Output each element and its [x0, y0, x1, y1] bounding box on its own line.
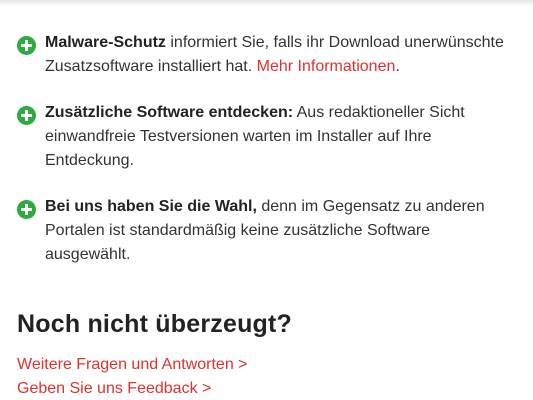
feedback-link[interactable]: Geben Sie uns Feedback >: [17, 377, 248, 400]
page-viewport: Malware-Schutz informiert Sie, falls ihr…: [0, 0, 533, 400]
feature-item-malware-protection: Malware-Schutz informiert Sie, falls ihr…: [17, 31, 517, 79]
plus-circle-icon: [17, 106, 36, 125]
feature-item-additional-software: Zusätzliche Software entdecken: Aus reda…: [17, 101, 517, 173]
faq-link[interactable]: Weitere Fragen und Antworten >: [17, 353, 248, 377]
more-links: Weitere Fragen und Antworten > Geben Sie…: [17, 353, 248, 400]
more-information-link[interactable]: Mehr Informationen: [257, 58, 396, 75]
header-shadow: [0, 0, 533, 6]
feature-title: Bei uns haben Sie die Wahl,: [45, 198, 257, 215]
feature-title: Zusätzliche Software entdecken:: [45, 104, 294, 121]
section-heading: Noch nicht überzeugt?: [17, 310, 293, 338]
feature-item-your-choice: Bei uns haben Sie die Wahl, denn im Gege…: [17, 195, 517, 267]
feature-title: Malware-Schutz: [45, 34, 166, 51]
feature-text-end: .: [395, 58, 400, 75]
plus-circle-icon: [17, 36, 36, 55]
plus-circle-icon: [17, 200, 36, 219]
feature-list: Malware-Schutz informiert Sie, falls ihr…: [17, 31, 517, 289]
